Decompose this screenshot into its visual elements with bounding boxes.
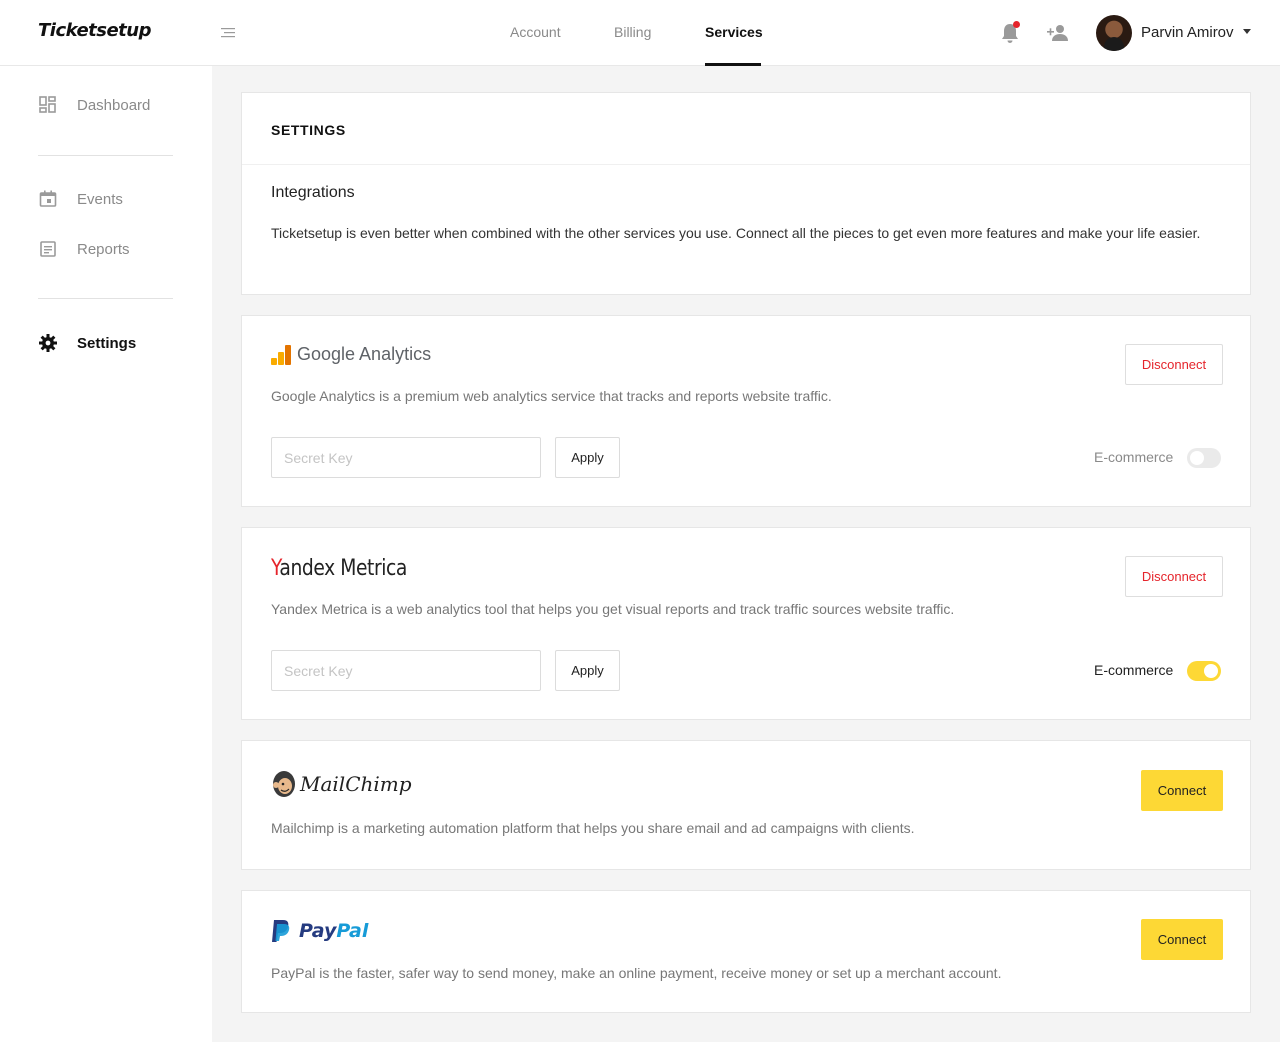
yandex-disconnect-button[interactable]: Disconnect xyxy=(1125,556,1223,597)
tab-services[interactable]: Services xyxy=(705,24,763,40)
tab-account[interactable]: Account xyxy=(510,24,561,40)
yandex-ecommerce-toggle[interactable] xyxy=(1187,661,1221,681)
dashboard-icon xyxy=(39,96,56,113)
sidebar: Dashboard Events Reports Settings xyxy=(0,66,212,1042)
mailchimp-icon xyxy=(273,771,295,797)
reports-icon xyxy=(40,241,56,257)
paypal-icon xyxy=(272,920,290,942)
toggle-knob xyxy=(1204,664,1218,678)
google-analytics-icon xyxy=(271,344,291,365)
avatar[interactable] xyxy=(1096,15,1132,51)
add-user-icon[interactable] xyxy=(1047,23,1069,43)
google-analytics-name: Google Analytics xyxy=(297,344,432,364)
google-analytics-card: Google Analytics Google Analytics is a p… xyxy=(241,315,1251,507)
card-divider xyxy=(242,164,1250,165)
sidebar-item-label: Dashboard xyxy=(77,96,151,114)
google-apply-button[interactable]: Apply xyxy=(555,437,620,478)
sidebar-item-label: Events xyxy=(77,190,123,208)
menu-icon[interactable] xyxy=(221,26,237,40)
integrations-title: Integrations xyxy=(271,184,355,201)
yandex-metrica-name: andex Metrica xyxy=(279,556,407,581)
mailchimp-description: Mailchimp is a marketing automation plat… xyxy=(271,820,915,836)
yandex-metrica-logo: Yandex Metrica xyxy=(271,556,431,581)
yandex-ecommerce-label: E-commerce xyxy=(1094,662,1174,678)
active-tab-indicator xyxy=(705,63,761,66)
yandex-metrica-card: Yandex Metrica Yandex Metrica is a web a… xyxy=(241,527,1251,720)
paypal-logo: PayPal xyxy=(271,919,368,943)
paypal-connect-button[interactable]: Connect xyxy=(1141,919,1223,960)
chevron-down-icon[interactable] xyxy=(1243,29,1251,34)
paypal-description: PayPal is the faster, safer way to send … xyxy=(271,965,1002,981)
mailchimp-logo: MailChimp xyxy=(271,769,412,799)
mailchimp-name: MailChimp xyxy=(300,772,412,796)
yandex-logo-letter: Y xyxy=(271,556,280,581)
integrations-description: Ticketsetup is even better when combined… xyxy=(271,225,1201,241)
page-title: SETTINGS xyxy=(271,122,346,138)
toggle-knob xyxy=(1190,451,1204,465)
notification-dot xyxy=(1013,21,1020,28)
sidebar-item-events[interactable]: Events xyxy=(38,188,123,210)
settings-card: SETTINGS Integrations Ticketsetup is eve… xyxy=(241,92,1251,295)
sidebar-item-dashboard[interactable]: Dashboard xyxy=(38,94,150,116)
gear-icon xyxy=(39,334,57,352)
google-analytics-description: Google Analytics is a premium web analyt… xyxy=(271,388,832,404)
app-logo[interactable]: Ticketsetup xyxy=(38,20,152,41)
paypal-name-pal: Pal xyxy=(336,920,369,942)
sidebar-item-settings[interactable]: Settings xyxy=(38,332,136,354)
paypal-name-pay: Pay xyxy=(299,920,337,942)
sidebar-divider xyxy=(38,298,173,299)
calendar-icon xyxy=(39,190,57,207)
top-header: Ticketsetup Account Billing Services Par… xyxy=(0,0,1280,66)
yandex-metrica-description: Yandex Metrica is a web analytics tool t… xyxy=(271,601,955,617)
mailchimp-card: MailChimp Mailchimp is a marketing autom… xyxy=(241,740,1251,870)
paypal-card: PayPal PayPal is the faster, safer way t… xyxy=(241,890,1251,1013)
google-disconnect-button[interactable]: Disconnect xyxy=(1125,344,1223,385)
google-ecommerce-toggle[interactable] xyxy=(1187,448,1221,468)
yandex-secret-key-input[interactable] xyxy=(271,650,541,691)
sidebar-item-reports[interactable]: Reports xyxy=(38,238,130,260)
sidebar-divider xyxy=(38,155,173,156)
sidebar-item-label: Reports xyxy=(77,240,130,258)
sidebar-item-label: Settings xyxy=(77,334,137,352)
google-ecommerce-label: E-commerce xyxy=(1094,449,1174,465)
google-secret-key-input[interactable] xyxy=(271,437,541,478)
google-analytics-logo: Google Analytics xyxy=(271,344,431,365)
yandex-apply-button[interactable]: Apply xyxy=(555,650,620,691)
mailchimp-connect-button[interactable]: Connect xyxy=(1141,770,1223,811)
tab-billing[interactable]: Billing xyxy=(614,24,651,40)
user-name[interactable]: Parvin Amirov xyxy=(1141,24,1234,41)
